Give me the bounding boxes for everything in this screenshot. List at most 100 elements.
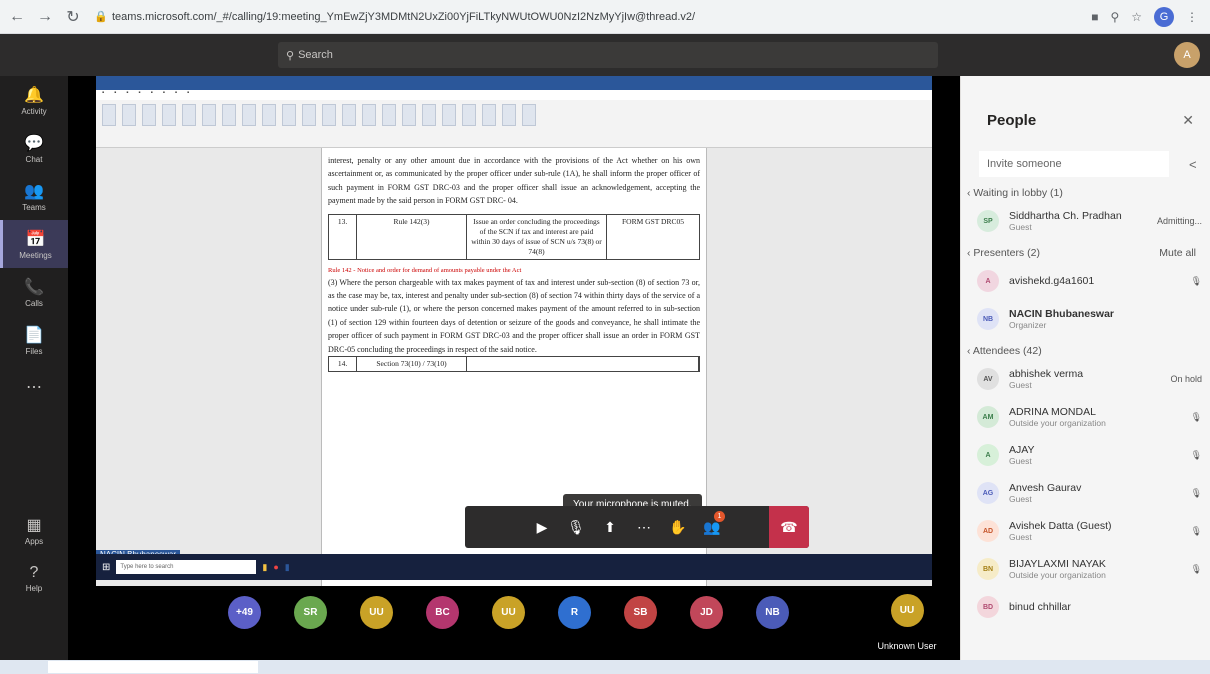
back-arrow-icon[interactable]: ← (6, 6, 28, 28)
search-input[interactable]: ⚲ Search (278, 42, 938, 68)
person-row[interactable]: AD Avishek Datta (Guest) Guest 🎙 (961, 509, 1210, 547)
avatar: A (977, 270, 999, 292)
raise-hand-icon[interactable]: ✋ (661, 506, 695, 548)
folder-icon: ▮ (262, 561, 268, 572)
rail-item-chat[interactable]: 💬 Chat (0, 124, 68, 172)
mute-all-button[interactable]: Mute all (1159, 247, 1196, 259)
participant-avatar[interactable]: NB (756, 596, 789, 629)
person-name: ADRINA MONDAL (1009, 406, 1096, 418)
rail-item-more[interactable]: ⋯ (0, 364, 68, 412)
doc-table-row-14: 14. Section 73(10) / 73(10) (328, 356, 700, 373)
address-bar[interactable]: 🔒 teams.microsoft.com/_#/calling/19:meet… (94, 5, 794, 29)
avatar: AM (977, 406, 999, 428)
person-row[interactable]: BD binud chhillar (961, 585, 1210, 623)
person-row[interactable]: BN BIJAYLAXMI NAYAK Outside your organizat… (961, 547, 1210, 585)
share-icon[interactable]: < (1189, 157, 1197, 172)
person-row[interactable]: A AJAY Guest 🎙 (961, 433, 1210, 471)
apps-icon: ▦ (26, 516, 42, 534)
rail-label: Apps (24, 536, 44, 546)
participant-avatar[interactable]: UU (492, 596, 525, 629)
person-info: Siddhartha Ch. Pradhan Guest (1009, 210, 1157, 232)
participant-avatar[interactable]: R (558, 596, 591, 629)
person-info: ADRINA MONDAL Outside your organization (1009, 406, 1191, 428)
person-row[interactable]: AM ADRINA MONDAL Outside your organization… (961, 395, 1210, 433)
person-name: Siddhartha Ch. Pradhan (1009, 210, 1122, 222)
person-row[interactable]: AG Anvesh Gaurav Guest 🎙 (961, 471, 1210, 509)
bookmark-star-icon[interactable]: ☆ (1131, 10, 1142, 24)
rail-item-calls[interactable]: 📞 Calls (0, 268, 68, 316)
rail-label: Teams (22, 202, 46, 212)
more-actions-icon[interactable]: ⋯ (627, 506, 661, 548)
person-role: Outside your organization (1009, 418, 1106, 428)
person-info: binud chhillar (1009, 601, 1202, 613)
help-icon: ? (29, 563, 39, 581)
rail-item-meetings[interactable]: 📅 Meetings (0, 220, 68, 268)
lock-icon: 🔒 (94, 11, 108, 23)
avatar: SP (977, 210, 999, 232)
rail-label: Files (25, 346, 43, 356)
section-header[interactable]: ‹ Attendees (42) (961, 335, 1210, 357)
person-name: abhishek verma (1009, 368, 1084, 380)
person-status: Admitting... (1156, 216, 1202, 226)
person-status: On hold (1170, 374, 1202, 384)
share-screen-icon[interactable]: ⬆ (593, 506, 627, 548)
reload-icon[interactable]: ↻ (62, 6, 84, 28)
participant-avatar[interactable]: JD (690, 596, 723, 629)
mic-off-icon: 🎙 (1190, 487, 1202, 498)
rail-item-apps[interactable]: ▦ Apps (0, 506, 68, 554)
rule-heading: Rule 142 - Notice and order for demand o… (328, 266, 522, 274)
files-icon: 📄 (24, 326, 44, 344)
cell-rule: Section 73(10) / 73(10) (357, 357, 467, 372)
invite-input[interactable]: Invite someone (979, 151, 1169, 177)
profile-avatar[interactable]: G (1154, 6, 1174, 27)
participant-avatar[interactable]: BC (426, 596, 459, 629)
participant-avatar[interactable]: +49 (228, 596, 261, 629)
camera-off-icon[interactable]: ▶ (525, 506, 559, 548)
participant-avatar[interactable]: SB (624, 596, 657, 629)
rail-item-files[interactable]: 📄 Files (0, 316, 68, 364)
zoom-icon[interactable]: ⚲ (1110, 10, 1119, 24)
person-role: Guest (1009, 494, 1032, 504)
more-icon: ⋯ (26, 379, 42, 396)
host-search-box[interactable] (48, 661, 258, 673)
rail-label: Chat (25, 154, 43, 164)
section-header[interactable]: ‹ Waiting in lobby (1) (961, 177, 1210, 199)
unknown-user-tile: UU Unknown User (874, 594, 940, 660)
participant-avatar[interactable]: UU (360, 596, 393, 629)
avatar: NB (977, 308, 999, 330)
cell-desc (467, 357, 699, 372)
person-role: Outside your organization (1009, 570, 1106, 580)
person-row[interactable]: NB NACIN Bhubaneswar Organizer (961, 297, 1210, 335)
section-title: ‹ Presenters (2) (967, 247, 1040, 259)
mic-off-icon: 🎙 (1190, 411, 1202, 422)
user-avatar[interactable]: A (1174, 42, 1200, 68)
forward-arrow-icon[interactable]: → (34, 6, 56, 28)
rail-label: Activity (21, 106, 47, 116)
close-icon[interactable]: ✕ (1182, 112, 1194, 129)
rail-item-help[interactable]: ? Help (0, 554, 68, 602)
doc-paragraph-2: (3) Where the person chargeable with tax… (328, 277, 700, 354)
person-role: Guest (1009, 532, 1032, 542)
person-info: AJAY Guest (1009, 444, 1191, 466)
extension-icon[interactable]: ■ (1091, 10, 1098, 24)
rail-item-activity[interactable]: 🔔 Activity (0, 76, 68, 124)
call-controls: ▶ 🎙 ⬆ ⋯ ✋ 👥 1 ☎ (465, 506, 809, 548)
rail-item-teams[interactable]: 👥 Teams (0, 172, 68, 220)
person-row[interactable]: AV abhishek verma Guest On hold (961, 357, 1210, 395)
hang-up-button[interactable]: ☎ (769, 506, 809, 548)
cell-sno: 14. (329, 357, 357, 372)
participant-avatar[interactable]: SR (294, 596, 327, 629)
search-icon: ⚲ (286, 49, 295, 62)
participants-badge: 1 (714, 511, 725, 522)
cell-sno: 13. (329, 214, 357, 259)
section-header[interactable]: ‹ Presenters (2) Mute all (961, 237, 1210, 259)
browser-toolbar: ← → ↻ 🔒 teams.microsoft.com/_#/calling/1… (0, 0, 1210, 34)
person-row[interactable]: Aavishekd.g4a1601 🎙 (961, 259, 1210, 297)
browser-menu-icon[interactable]: ⋮ (1186, 10, 1198, 24)
participants-icon[interactable]: 👥 1 (695, 506, 729, 548)
mic-off-icon[interactable]: 🎙 (559, 506, 593, 548)
doc-paragraph-1: interest, penalty or any other amount du… (328, 156, 700, 206)
person-name: BIJAYLAXMI NAYAK (1009, 558, 1106, 570)
word-icon: ▮ (284, 561, 290, 572)
person-row[interactable]: SP Siddhartha Ch. Pradhan Guest Admitting..… (961, 199, 1210, 237)
